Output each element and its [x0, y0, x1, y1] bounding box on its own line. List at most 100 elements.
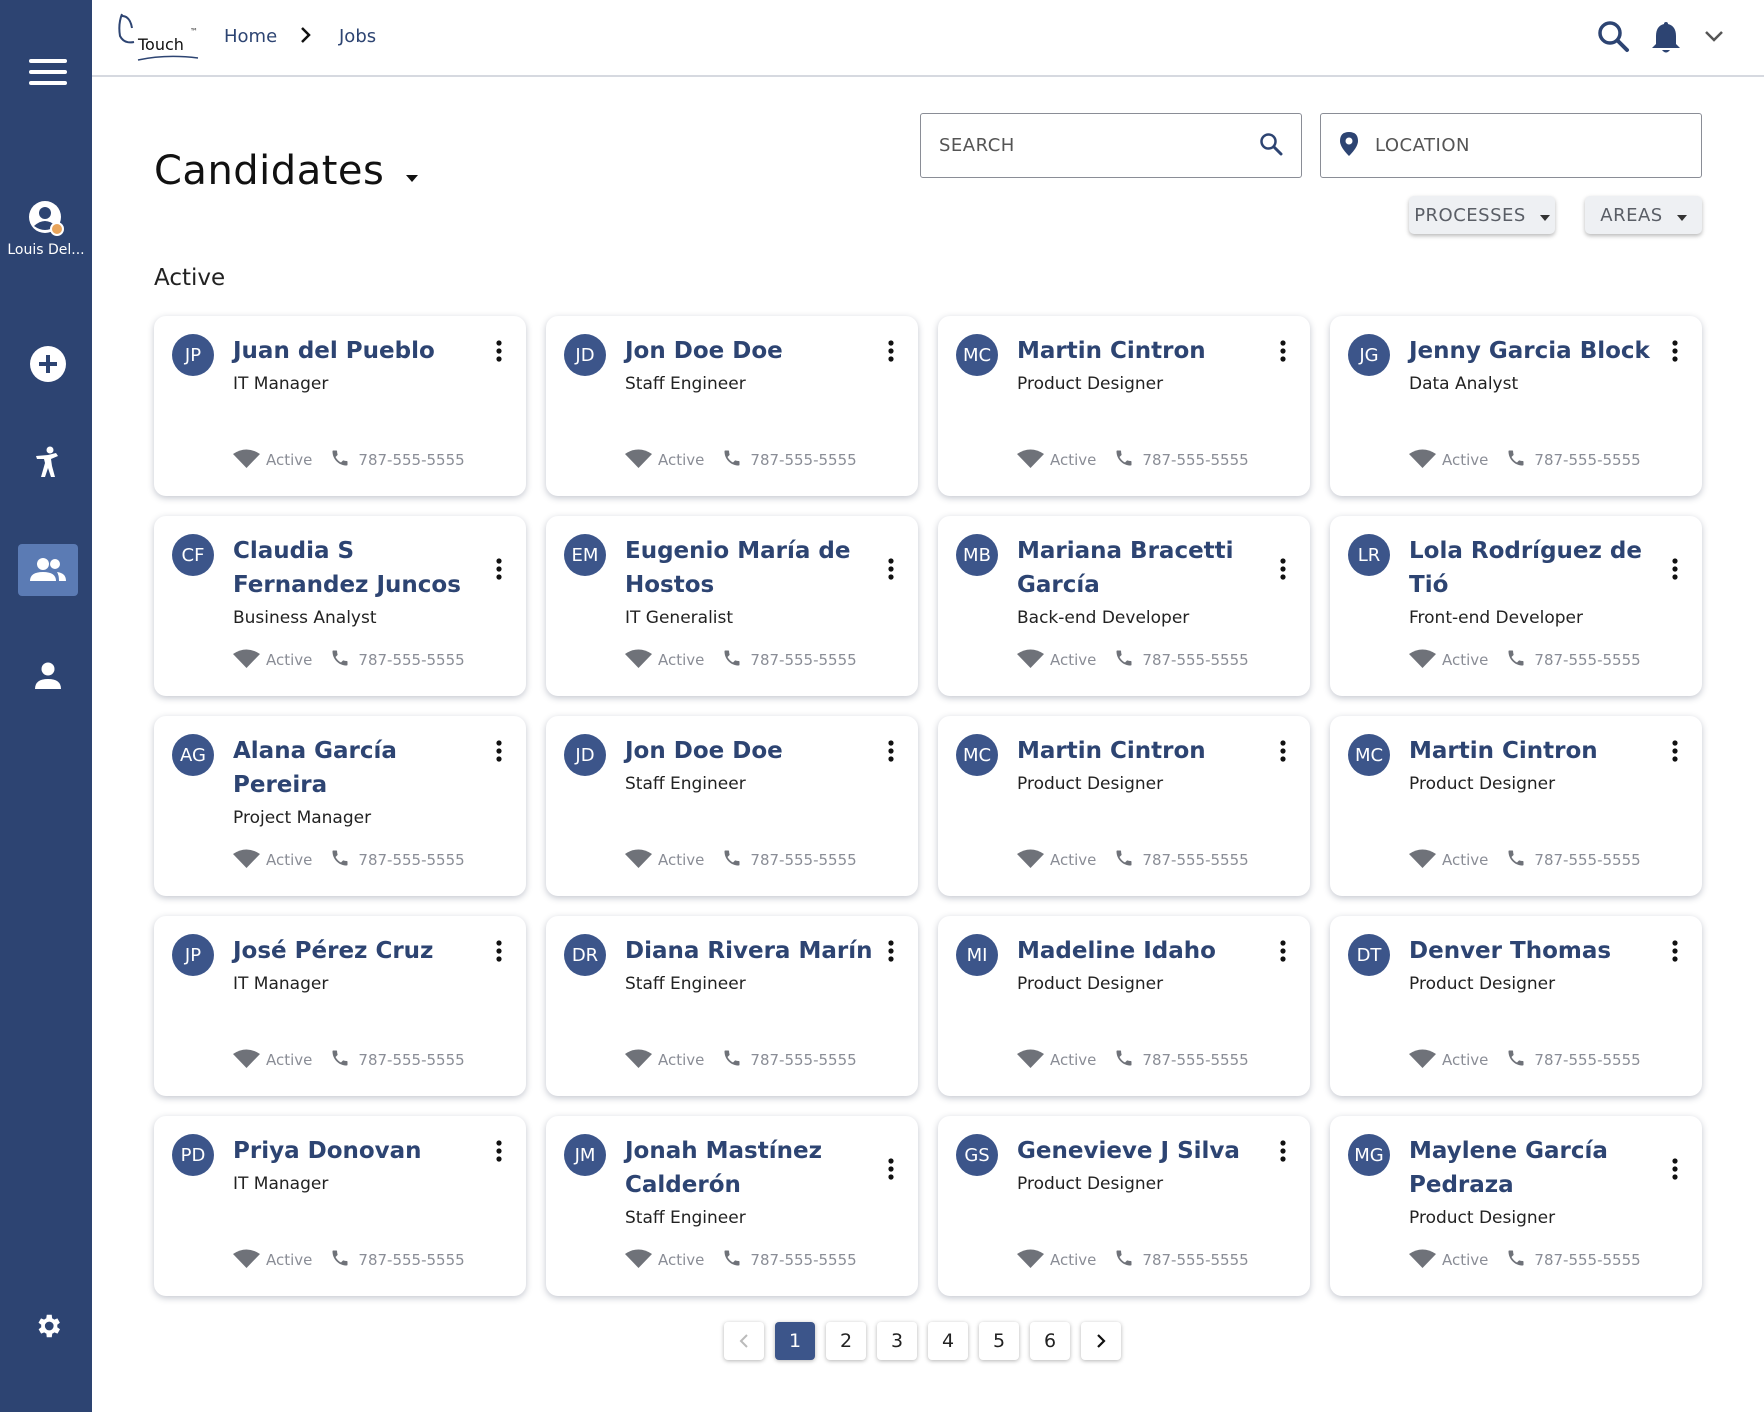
more-vertical-icon[interactable] [496, 1140, 502, 1166]
more-vertical-icon[interactable] [1672, 558, 1678, 584]
candidate-card[interactable]: LR Lola Rodríguez de Tió Front-end Develo… [1330, 516, 1702, 696]
phone-icon[interactable] [722, 1248, 742, 1272]
candidate-card[interactable]: GS Genevieve J Silva Product Designer Act… [938, 1116, 1310, 1296]
chevron-down-icon[interactable] [1704, 28, 1724, 47]
more-vertical-icon[interactable] [1280, 1140, 1286, 1166]
phone-icon[interactable] [1114, 1048, 1134, 1072]
page-button-5[interactable]: 5 [979, 1322, 1019, 1360]
page-button-4[interactable]: 4 [928, 1322, 968, 1360]
candidate-card[interactable]: JG Jenny Garcia Block Data Analyst Active… [1330, 316, 1702, 496]
more-vertical-icon[interactable] [1280, 558, 1286, 584]
person-icon[interactable] [18, 650, 78, 702]
more-vertical-icon[interactable] [888, 740, 894, 766]
candidate-name[interactable]: Lola Rodríguez de Tió Front-end Developer [1409, 534, 1659, 630]
phone-icon[interactable] [330, 1248, 350, 1272]
phone-icon[interactable] [722, 448, 742, 472]
candidate-card[interactable]: JM Jonah Mastínez Calderón Staff Engineer… [546, 1116, 918, 1296]
phone-icon[interactable] [1506, 848, 1526, 872]
candidate-name[interactable]: Eugenio María de Hostos IT Generalist [625, 534, 875, 630]
more-vertical-icon[interactable] [1280, 740, 1286, 766]
candidate-name[interactable]: Priya Donovan IT Manager [233, 1134, 483, 1196]
candidate-name[interactable]: José Pérez Cruz IT Manager [233, 934, 483, 996]
phone-icon[interactable] [1114, 648, 1134, 672]
candidate-name[interactable]: Denver Thomas Product Designer [1409, 934, 1659, 996]
touch-logo[interactable]: Touch ™ [116, 10, 202, 62]
people-icon[interactable] [18, 544, 78, 596]
candidate-card[interactable]: PD Priya Donovan IT Manager Active 787-55… [154, 1116, 526, 1296]
search-icon[interactable] [1597, 20, 1631, 58]
candidate-name[interactable]: Juan del Pueblo IT Manager [233, 334, 483, 396]
more-vertical-icon[interactable] [1672, 1158, 1678, 1184]
candidate-card[interactable]: MC Martin Cintron Product Designer Active… [1330, 716, 1702, 896]
search-input[interactable]: SEARCH [920, 113, 1302, 178]
next-page-button[interactable] [1081, 1322, 1121, 1360]
candidate-name[interactable]: Genevieve J Silva Product Designer [1017, 1134, 1267, 1196]
add-icon[interactable] [18, 338, 78, 390]
page-button-2[interactable]: 2 [826, 1322, 866, 1360]
bell-icon[interactable] [1651, 20, 1681, 58]
more-vertical-icon[interactable] [888, 340, 894, 366]
candidate-name[interactable]: Jon Doe Doe Staff Engineer [625, 734, 875, 796]
candidate-name[interactable]: Jon Doe Doe Staff Engineer [625, 334, 875, 396]
phone-icon[interactable] [1506, 1248, 1526, 1272]
candidate-name[interactable]: Jonah Mastínez Calderón Staff Engineer [625, 1134, 875, 1230]
candidate-name[interactable]: Madeline Idaho Product Designer [1017, 934, 1267, 996]
phone-icon[interactable] [330, 448, 350, 472]
location-input[interactable]: LOCATION [1320, 113, 1702, 178]
candidate-name[interactable]: Alana García Pereira Project Manager [233, 734, 483, 830]
candidate-card[interactable]: MC Martin Cintron Product Designer Active… [938, 716, 1310, 896]
candidate-card[interactable]: JD Jon Doe Doe Staff Engineer Active 787-… [546, 316, 918, 496]
search-icon[interactable] [1259, 132, 1283, 160]
breadcrumb-home[interactable]: Home [224, 26, 277, 47]
phone-icon[interactable] [330, 1048, 350, 1072]
more-vertical-icon[interactable] [496, 940, 502, 966]
candidate-name[interactable]: Jenny Garcia Block Data Analyst [1409, 334, 1659, 396]
candidate-name[interactable]: Claudia S Fernandez Juncos Business Analy… [233, 534, 483, 630]
phone-icon[interactable] [1506, 1048, 1526, 1072]
candidate-card[interactable]: MC Martin Cintron Product Designer Active… [938, 316, 1310, 496]
user-profile[interactable]: Louis Del... [0, 200, 92, 258]
candidate-card[interactable]: JD Jon Doe Doe Staff Engineer Active 787-… [546, 716, 918, 896]
page-button-6[interactable]: 6 [1030, 1322, 1070, 1360]
phone-icon[interactable] [722, 1048, 742, 1072]
phone-icon[interactable] [330, 848, 350, 872]
candidate-name[interactable]: Diana Rivera Marín Staff Engineer [625, 934, 875, 996]
phone-icon[interactable] [1506, 648, 1526, 672]
more-vertical-icon[interactable] [1672, 940, 1678, 966]
more-vertical-icon[interactable] [888, 940, 894, 966]
candidate-card[interactable]: DR Diana Rivera Marín Staff Engineer Acti… [546, 916, 918, 1096]
more-vertical-icon[interactable] [496, 740, 502, 766]
more-vertical-icon[interactable] [496, 558, 502, 584]
phone-icon[interactable] [330, 648, 350, 672]
candidate-card[interactable]: AG Alana García Pereira Project Manager A… [154, 716, 526, 896]
phone-icon[interactable] [722, 648, 742, 672]
candidate-card[interactable]: DT Denver Thomas Product Designer Active … [1330, 916, 1702, 1096]
more-vertical-icon[interactable] [888, 1158, 894, 1184]
phone-icon[interactable] [1506, 448, 1526, 472]
more-vertical-icon[interactable] [888, 558, 894, 584]
caret-down-icon[interactable] [405, 168, 419, 187]
candidate-name[interactable]: Maylene García Pedraza Product Designer [1409, 1134, 1659, 1230]
candidate-card[interactable]: CF Claudia S Fernandez Juncos Business An… [154, 516, 526, 696]
breadcrumb-jobs[interactable]: Jobs [339, 26, 376, 47]
more-vertical-icon[interactable] [1280, 340, 1286, 366]
phone-icon[interactable] [1114, 448, 1134, 472]
phone-icon[interactable] [722, 848, 742, 872]
candidate-card[interactable]: JP José Pérez Cruz IT Manager Active 787-… [154, 916, 526, 1096]
gear-icon[interactable] [18, 1300, 78, 1352]
page-button-1[interactable]: 1 [775, 1322, 815, 1360]
menu-icon[interactable] [18, 46, 78, 98]
candidate-name[interactable]: Mariana Bracetti García Back-end Develope… [1017, 534, 1267, 630]
candidate-card[interactable]: MI Madeline Idaho Product Designer Active… [938, 916, 1310, 1096]
more-vertical-icon[interactable] [1280, 940, 1286, 966]
more-vertical-icon[interactable] [1672, 740, 1678, 766]
candidate-card[interactable]: MB Mariana Bracetti García Back-end Devel… [938, 516, 1310, 696]
phone-icon[interactable] [1114, 1248, 1134, 1272]
page-button-3[interactable]: 3 [877, 1322, 917, 1360]
candidate-name[interactable]: Martin Cintron Product Designer [1017, 734, 1267, 796]
more-vertical-icon[interactable] [1672, 340, 1678, 366]
areas-filter-button[interactable]: AREAS [1585, 196, 1702, 234]
walker-icon[interactable] [18, 436, 78, 488]
more-vertical-icon[interactable] [496, 340, 502, 366]
candidate-card[interactable]: MG Maylene García Pedraza Product Designe… [1330, 1116, 1702, 1296]
